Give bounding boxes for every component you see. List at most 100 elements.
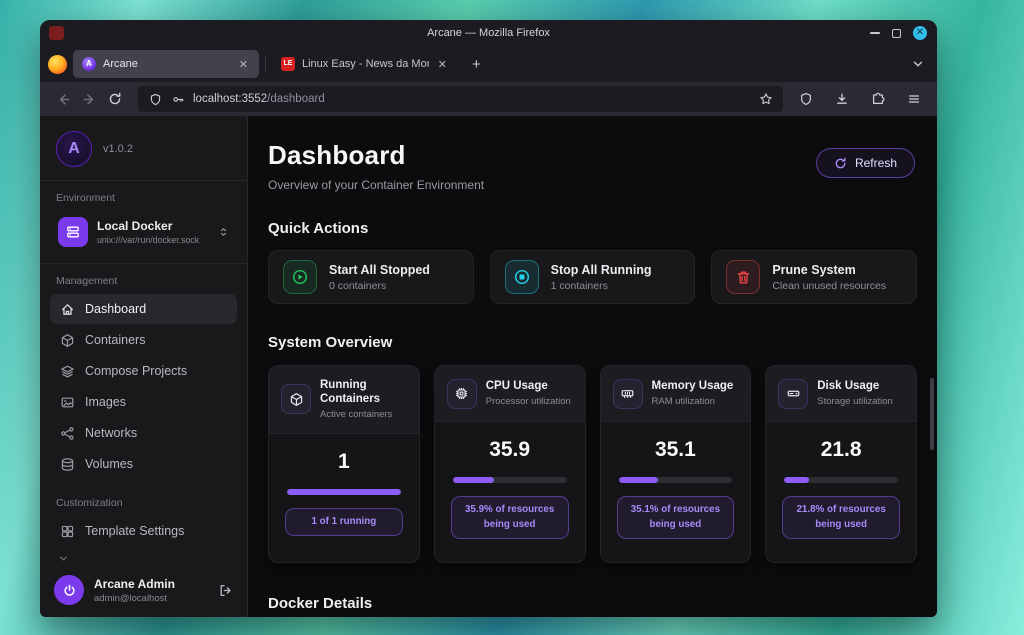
sidebar-item-volumes[interactable]: Volumes	[50, 449, 237, 479]
docker-details-heading: Docker Details	[268, 595, 917, 612]
memory-icon	[613, 379, 643, 409]
stat-title: Memory Usage	[652, 379, 734, 393]
page-content: A v1.0.2 Environment Local Docker unix:/…	[40, 116, 937, 617]
new-tab-button[interactable]: +	[464, 56, 489, 73]
back-button[interactable]	[50, 86, 76, 112]
minimize-button[interactable]	[870, 32, 880, 34]
disk-icon	[778, 379, 808, 409]
page-subtitle: Overview of your Container Environment	[268, 178, 917, 192]
url-path: /dashboard	[267, 93, 325, 105]
progress-bar	[784, 477, 898, 483]
sidebar-item-label: Networks	[85, 426, 137, 440]
sidebar-item-images[interactable]: Images	[50, 387, 237, 417]
arcane-logo-icon: A	[56, 131, 92, 167]
forward-button[interactable]	[76, 86, 102, 112]
trash-icon	[726, 260, 760, 294]
key-icon[interactable]	[170, 93, 186, 106]
stat-badge: 35.1% of resources being used	[617, 496, 735, 539]
user-name: Arcane Admin	[94, 577, 175, 591]
firefox-window: Arcane — Mozilla Firefox ✕ A Arcane ✕ LE…	[40, 20, 937, 617]
sidebar-item-compose-projects[interactable]: Compose Projects	[50, 356, 237, 386]
stat-subtitle: Active containers	[320, 409, 407, 421]
list-tabs-chevron-icon[interactable]	[911, 57, 925, 71]
docker-context-name: Local Docker	[97, 219, 199, 233]
start-all-stopped-button[interactable]: Start All Stopped 0 containers	[268, 250, 474, 304]
stat-subtitle: RAM utilization	[652, 396, 734, 408]
extensions-icon[interactable]	[865, 86, 891, 112]
refresh-button[interactable]: Refresh	[816, 148, 915, 178]
window-titlebar: Arcane — Mozilla Firefox ✕	[40, 20, 937, 46]
tracking-shield-icon[interactable]	[147, 93, 163, 106]
system-overview-heading: System Overview	[268, 334, 917, 351]
sidebar-item-label: Template Settings	[85, 524, 184, 538]
sidebar-item-containers[interactable]: Containers	[50, 325, 237, 355]
stat-title: Running Containers	[320, 378, 407, 407]
user-account-row[interactable]: Arcane Admin admin@localhost	[40, 563, 247, 617]
maximize-button[interactable]	[892, 29, 901, 38]
action-subtitle: Clean unused resources	[772, 280, 886, 292]
sidebar-item-label: Compose Projects	[85, 364, 187, 378]
stat-value: 35.1	[601, 438, 751, 462]
arcane-favicon: A	[82, 57, 96, 71]
progress-bar	[453, 477, 567, 483]
firefox-logo-icon[interactable]	[48, 55, 67, 74]
sidebar: A v1.0.2 Environment Local Docker unix:/…	[40, 116, 248, 617]
close-button[interactable]: ✕	[913, 26, 927, 40]
cpu-icon	[447, 379, 477, 409]
dashboard-main: Dashboard Overview of your Container Env…	[248, 116, 937, 617]
tab-label: Linux Easy - News da Mond	[302, 58, 429, 70]
user-email: admin@localhost	[94, 593, 175, 604]
running-containers-card: Running Containers Active containers 1 1…	[268, 365, 420, 563]
play-icon	[283, 260, 317, 294]
tab-close-icon[interactable]: ✕	[436, 58, 449, 71]
navigation-toolbar: localhost:3552/dashboard	[40, 82, 937, 116]
stat-subtitle: Storage utilization	[817, 396, 893, 408]
page-scrollbar[interactable]	[930, 378, 934, 450]
stat-badge: 21.8% of resources being used	[782, 496, 900, 539]
tab-separator	[265, 56, 266, 72]
prune-system-button[interactable]: Prune System Clean unused resources	[711, 250, 917, 304]
tab-arcane[interactable]: A Arcane ✕	[73, 50, 259, 78]
sidebar-item-dashboard[interactable]: Dashboard	[50, 294, 237, 324]
selector-chevrons-icon	[218, 225, 229, 239]
action-title: Prune System	[772, 263, 886, 277]
stats-grid: Running Containers Active containers 1 1…	[268, 365, 917, 563]
quick-actions-grid: Start All Stopped 0 containers Stop All …	[268, 250, 917, 304]
cpu-usage-card: CPU Usage Processor utilization 35.9 35.…	[434, 365, 586, 563]
stat-value: 35.9	[435, 438, 585, 462]
menu-icon[interactable]	[901, 86, 927, 112]
management-section-label: Management	[56, 275, 231, 287]
linux-easy-favicon: LE	[281, 57, 295, 71]
url-text[interactable]: localhost:3552/dashboard	[193, 93, 751, 105]
stat-badge: 1 of 1 running	[285, 508, 403, 537]
docker-context-socket: unix:///var/run/docker.sock	[97, 235, 199, 245]
action-subtitle: 0 containers	[329, 280, 430, 292]
docker-context-selector[interactable]: Local Docker unix:///var/run/docker.sock	[50, 211, 237, 253]
sidebar-item-template-settings[interactable]: Template Settings	[50, 516, 237, 546]
sidebar-item-label: Dashboard	[85, 302, 146, 316]
tab-linux-easy[interactable]: LE Linux Easy - News da Mond ✕	[272, 50, 458, 78]
stat-badge: 35.9% of resources being used	[451, 496, 569, 539]
url-bar[interactable]: localhost:3552/dashboard	[138, 86, 783, 112]
stat-subtitle: Processor utilization	[486, 396, 571, 408]
tab-close-icon[interactable]: ✕	[237, 58, 250, 71]
privacy-shield-icon[interactable]	[793, 86, 819, 112]
progress-bar	[619, 477, 733, 483]
stat-title: Disk Usage	[817, 379, 893, 393]
customization-section-label: Customization	[56, 497, 231, 509]
action-title: Start All Stopped	[329, 263, 430, 277]
logout-icon[interactable]	[218, 583, 233, 598]
sidebar-item-label: Containers	[85, 333, 145, 347]
stop-all-running-button[interactable]: Stop All Running 1 containers	[490, 250, 696, 304]
reload-button[interactable]	[102, 86, 128, 112]
downloads-icon[interactable]	[829, 86, 855, 112]
sidebar-item-networks[interactable]: Networks	[50, 418, 237, 448]
progress-bar	[287, 489, 401, 495]
sidebar-item-label: Images	[85, 395, 126, 409]
tab-label: Arcane	[103, 58, 230, 70]
cube-icon	[281, 384, 311, 414]
stop-icon	[505, 260, 539, 294]
bookmark-star-icon[interactable]	[758, 92, 774, 106]
url-host: localhost:3552	[193, 93, 267, 105]
quick-actions-heading: Quick Actions	[268, 220, 917, 237]
